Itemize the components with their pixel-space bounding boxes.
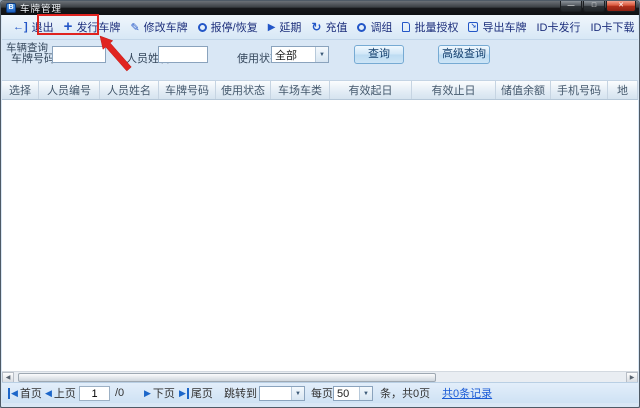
toolbar-modify-plate-label: 修改车牌 <box>144 19 188 35</box>
first-page-label: 首页 <box>20 385 42 401</box>
col-header-usage-status[interactable]: 使用状态 <box>216 81 271 99</box>
per-page-select[interactable]: 50 ▼ <box>333 386 373 401</box>
close-button[interactable]: ✕ <box>606 1 636 12</box>
minimize-button[interactable]: — <box>560 1 582 12</box>
col-header-person-id[interactable]: 人员编号 <box>39 81 100 99</box>
toolbar-batch-auth-label: 批量授权 <box>414 19 458 35</box>
app-window: B 车牌管理 — □ ✕ ←] 退出 + 发行车牌 ✎ 修改车牌 报停/恢复 ▶… <box>0 0 640 408</box>
page-number-input[interactable] <box>79 386 110 401</box>
last-page-label: 尾页 <box>191 385 213 401</box>
chevron-down-icon: ▼ <box>359 387 372 400</box>
toolbar-batch-auth-button[interactable]: 批量授权 <box>397 17 463 37</box>
next-page-icon: ▶ <box>144 388 151 399</box>
toolbar-id-card-issue-button[interactable]: ID卡发行 <box>531 17 585 37</box>
col-header-select[interactable]: 选择 <box>2 81 39 99</box>
person-name-input[interactable] <box>158 46 208 63</box>
col-header-person-name[interactable]: 人员姓名 <box>100 81 159 99</box>
toolbar-export-plate-button[interactable]: ↘ 导出车牌 <box>463 17 531 37</box>
toolbar-adjust-group-label: 调组 <box>370 19 392 35</box>
chevron-down-icon: ▼ <box>291 387 304 400</box>
window-title: 车牌管理 <box>20 1 62 15</box>
group-icon <box>357 23 366 32</box>
per-page-label: 每页 <box>311 385 333 401</box>
col-header-mobile-number[interactable]: 手机号码 <box>551 81 608 99</box>
toolbar-adjust-group-button[interactable]: 调组 <box>352 17 397 37</box>
page-summary-text: 条，共0页 <box>380 385 430 401</box>
next-page-button[interactable]: ▶ 下页 <box>144 385 175 401</box>
table-body[interactable] <box>2 100 638 371</box>
usage-status-select[interactable]: 全部 ▼ <box>271 46 329 63</box>
toolbar-exit-label: 退出 <box>32 19 54 35</box>
plus-icon: + <box>64 21 73 33</box>
query-button[interactable]: 查询 <box>354 45 404 64</box>
last-page-icon: ▶ <box>179 388 189 399</box>
horizontal-scrollbar[interactable]: ◀ ▶ <box>2 371 638 382</box>
exit-icon: ←] <box>13 21 28 33</box>
toolbar-id-card-download-button[interactable]: ID卡下载 <box>585 17 639 37</box>
col-header-address-truncated[interactable]: 地 <box>608 81 638 99</box>
total-records-link[interactable]: 共0条记录 <box>442 385 492 401</box>
col-header-stored-balance[interactable]: 储值余额 <box>496 81 551 99</box>
recharge-icon: ↻ <box>311 20 321 34</box>
toolbar-issue-plate-button[interactable]: + 发行车牌 <box>59 17 126 37</box>
col-header-valid-start[interactable]: 有效起日 <box>330 81 412 99</box>
jump-to-select[interactable]: ▼ <box>259 386 305 401</box>
toolbar-suspend-restore-label: 报停/恢复 <box>211 19 258 35</box>
toolbar-export-plate-label: 导出车牌 <box>482 19 526 35</box>
toolbar-id-card-download-label: ID卡下载 <box>590 19 634 35</box>
maximize-button[interactable]: □ <box>583 1 605 12</box>
plate-number-label: 车牌号码 <box>11 50 55 66</box>
export-icon: ↘ <box>468 22 478 32</box>
plate-number-input[interactable] <box>52 46 106 63</box>
next-page-label: 下页 <box>153 385 175 401</box>
play-icon: ▶ <box>268 22 276 33</box>
title-bar: B 车牌管理 — □ ✕ <box>1 1 639 15</box>
scroll-right-icon[interactable]: ▶ <box>626 372 638 383</box>
toolbar-modify-plate-button[interactable]: ✎ 修改车牌 <box>125 17 192 37</box>
last-page-button[interactable]: ▶ 尾页 <box>179 385 213 401</box>
toolbar-recharge-button[interactable]: ↻ 充值 <box>306 17 352 37</box>
advanced-query-button[interactable]: 高级查询 <box>438 45 490 64</box>
page-total-text: /0 <box>115 387 124 399</box>
col-header-plate-number[interactable]: 车牌号码 <box>159 81 216 99</box>
toolbar-extend-label: 延期 <box>279 19 301 35</box>
scroll-left-icon[interactable]: ◀ <box>2 372 14 383</box>
prev-page-button[interactable]: ◀ 上页 <box>45 385 76 401</box>
toolbar-issue-plate-label: 发行车牌 <box>76 19 120 35</box>
app-icon: B <box>6 3 16 13</box>
col-header-valid-end[interactable]: 有效止日 <box>412 81 496 99</box>
per-page-value: 50 <box>334 388 359 400</box>
jump-to-label: 跳转到 <box>224 385 257 401</box>
col-header-lot-vehicle-type[interactable]: 车场车类 <box>271 81 330 99</box>
toolbar-recharge-label: 充值 <box>325 19 347 35</box>
toolbar-extend-button[interactable]: ▶ 延期 <box>263 17 307 37</box>
table-header-row: 选择 人员编号 人员姓名 车牌号码 使用状态 车场车类 有效起日 有效止日 储值… <box>2 80 638 100</box>
prev-page-icon: ◀ <box>45 388 52 399</box>
toolbar-exit-button[interactable]: ←] 退出 <box>8 17 59 37</box>
pagination-bar: ◀ 首页 ◀ 上页 /0 ▶ 下页 ▶ 尾页 跳转到 ▼ 每页 50 ▼ 条，共… <box>2 382 638 403</box>
toolbar-id-card-issue-label: ID卡发行 <box>536 19 580 35</box>
prev-page-label: 上页 <box>54 385 76 401</box>
first-page-button[interactable]: ◀ 首页 <box>8 385 42 401</box>
batch-auth-icon <box>402 22 410 32</box>
chevron-down-icon: ▼ <box>315 47 328 62</box>
edit-icon: ✎ <box>130 21 139 34</box>
toolbar: ←] 退出 + 发行车牌 ✎ 修改车牌 报停/恢复 ▶ 延期 ↻ 充值 调组 <box>2 15 638 40</box>
pause-restore-icon <box>198 23 207 32</box>
toolbar-suspend-restore-button[interactable]: 报停/恢复 <box>193 17 263 37</box>
scrollbar-thumb[interactable] <box>18 373 436 382</box>
usage-status-value: 全部 <box>272 47 315 63</box>
first-page-icon: ◀ <box>8 388 18 399</box>
